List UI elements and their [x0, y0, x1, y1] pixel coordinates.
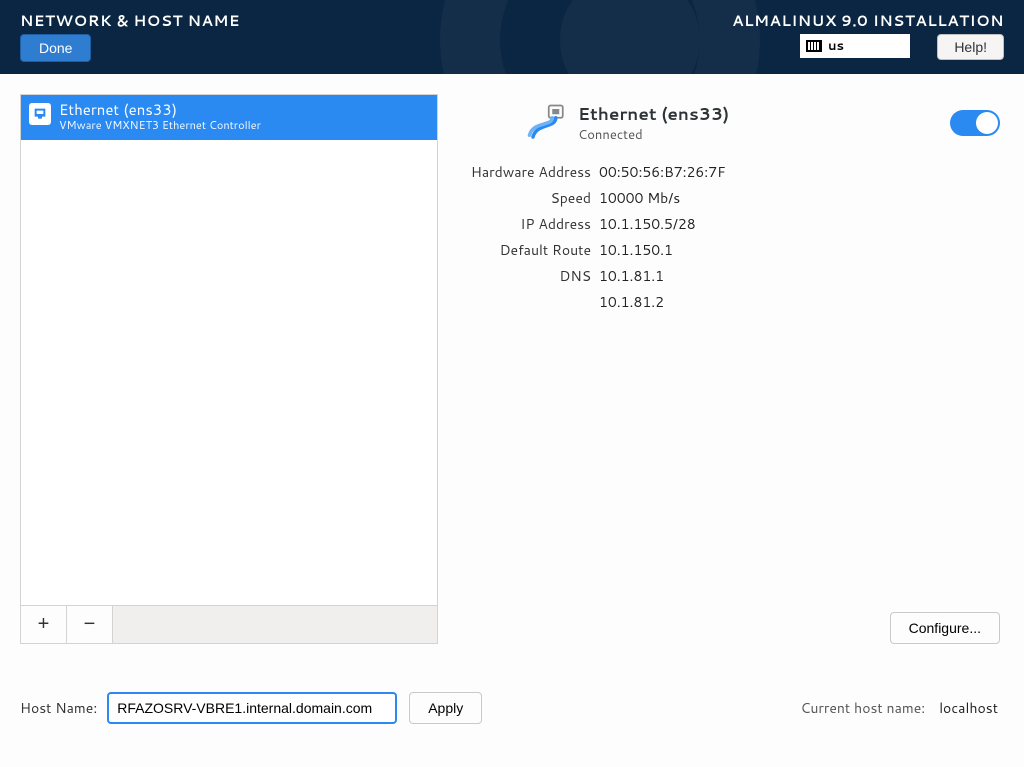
- hostname-input[interactable]: [107, 692, 397, 724]
- keyboard-layout-label: us: [828, 37, 844, 55]
- dns-value-1: 10.1.81.1: [599, 266, 664, 286]
- ip-address-value: 10.1.150.5/28: [599, 214, 696, 234]
- interface-list-item[interactable]: Ethernet (ens33) VMware VMXNET3 Ethernet…: [21, 95, 437, 140]
- configure-button[interactable]: Configure...: [890, 612, 1000, 644]
- hostname-label: Host Name:: [20, 698, 97, 718]
- ethernet-cable-icon: [526, 102, 568, 144]
- decorative-swirl: [560, 0, 700, 74]
- hw-address-label: Hardware Address: [456, 162, 591, 182]
- interface-list-panel: Ethernet (ens33) VMware VMXNET3 Ethernet…: [20, 94, 438, 644]
- interface-details-panel: Ethernet (ens33) Connected Hardware Addr…: [456, 94, 1004, 644]
- installer-title: ALMALINUX 9.0 INSTALLATION: [732, 10, 1004, 31]
- current-hostname-label: Current host name:: [800, 698, 925, 718]
- dns-value-2: 10.1.81.2: [599, 292, 1004, 312]
- speed-value: 10000 Mb/s: [599, 188, 680, 208]
- speed-label: Speed: [456, 188, 591, 208]
- keyboard-layout-indicator[interactable]: us: [800, 34, 910, 58]
- help-button[interactable]: Help!: [937, 34, 1004, 60]
- detail-interface-status: Connected: [578, 126, 729, 144]
- done-button[interactable]: Done: [20, 34, 91, 62]
- toggle-knob: [976, 112, 998, 134]
- default-route-label: Default Route: [456, 240, 591, 260]
- installer-header: NETWORK & HOST NAME Done ALMALINUX 9.0 I…: [0, 0, 1024, 74]
- page-title: NETWORK & HOST NAME: [20, 10, 240, 31]
- current-hostname-value: localhost: [939, 698, 998, 718]
- apply-hostname-button[interactable]: Apply: [409, 692, 482, 724]
- remove-interface-button[interactable]: −: [67, 606, 113, 643]
- hostname-footer: Host Name: Apply Current host name: loca…: [0, 664, 1024, 724]
- interface-subtitle: VMware VMXNET3 Ethernet Controller: [59, 119, 261, 132]
- add-interface-button[interactable]: +: [21, 606, 67, 643]
- dns-label: DNS: [456, 266, 591, 286]
- interface-list-toolbar: + −: [20, 606, 438, 644]
- default-route-value: 10.1.150.1: [599, 240, 673, 260]
- toolbar-spacer: [113, 606, 437, 643]
- decorative-swirl: [440, 0, 760, 74]
- detail-interface-name: Ethernet (ens33): [578, 102, 729, 126]
- interface-list[interactable]: Ethernet (ens33) VMware VMXNET3 Ethernet…: [20, 94, 438, 606]
- ip-address-label: IP Address: [456, 214, 591, 234]
- interface-enable-toggle[interactable]: [950, 110, 1000, 136]
- keyboard-icon: [806, 40, 822, 52]
- hw-address-value: 00:50:56:B7:26:7F: [599, 162, 726, 182]
- ethernet-icon: [29, 103, 51, 125]
